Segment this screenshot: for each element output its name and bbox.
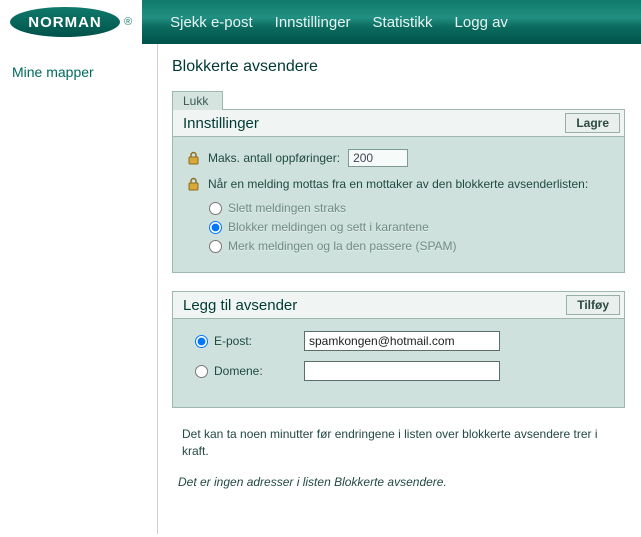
max-entries-input[interactable] <box>348 149 408 167</box>
registered-mark: ® <box>124 16 132 28</box>
top-bar: NORMAN ® Sjekk e-post Innstillinger Stat… <box>0 0 641 44</box>
main: Mine mapper Blokkerte avsendere Lukk Inn… <box>0 44 641 534</box>
nav-statistics[interactable]: Statistikk <box>373 14 433 31</box>
max-entries-row: Maks. antall oppføringer: <box>187 149 610 167</box>
email-input[interactable] <box>304 331 500 351</box>
brand-name: NORMAN <box>10 7 120 37</box>
content: Blokkerte avsendere Lukk Innstillinger L… <box>158 44 641 534</box>
add-sender-title: Legg til avsender <box>183 297 297 314</box>
top-nav: Sjekk e-post Innstillinger Statistikk Lo… <box>170 14 508 31</box>
radio-domain[interactable] <box>195 365 208 378</box>
radio-row-delete: Slett meldingen straks <box>209 201 610 215</box>
add-sender-header: Legg til avsender Tilføy <box>173 292 624 319</box>
nav-settings[interactable]: Innstillinger <box>275 14 351 31</box>
close-tab[interactable]: Lukk <box>172 91 223 110</box>
change-delay-note: Det kan ta noen minutter før endringene … <box>182 426 625 461</box>
radio-delete-label: Slett meldingen straks <box>228 201 346 215</box>
add-button[interactable]: Tilføy <box>566 295 620 315</box>
add-sender-panel: Legg til avsender Tilføy E-post: Domene: <box>172 291 625 408</box>
radio-row-markpass: Merk meldingen og la den passere (SPAM) <box>209 239 610 253</box>
sidebar: Mine mapper <box>0 44 158 534</box>
add-row-email: E-post: <box>195 331 610 351</box>
email-label: E-post: <box>214 334 304 348</box>
radio-markpass-label: Merk meldingen og la den passere (SPAM) <box>228 239 457 253</box>
empty-list-message: Det er ingen adresser i listen Blokkerte… <box>178 475 625 489</box>
radio-email[interactable] <box>195 335 208 348</box>
action-radio-group: Slett meldingen straks Blokker meldingen… <box>209 201 610 253</box>
settings-panel-header: Innstillinger Lagre <box>173 110 624 137</box>
settings-panel: Innstillinger Lagre Maks. antall oppføri… <box>172 109 625 273</box>
logo-wrap: NORMAN ® <box>0 0 142 44</box>
nav-logout[interactable]: Logg av <box>455 14 508 31</box>
radio-quarantine[interactable] <box>209 221 222 234</box>
on-receive-label: Når en melding mottas fra en mottaker av… <box>208 177 588 191</box>
save-button[interactable]: Lagre <box>565 113 620 133</box>
page-title: Blokkerte avsendere <box>172 58 625 76</box>
add-row-domain: Domene: <box>195 361 610 381</box>
domain-input[interactable] <box>304 361 500 381</box>
radio-quarantine-label: Blokker meldingen og sett i karantene <box>228 220 429 234</box>
settings-panel-title: Innstillinger <box>183 115 259 132</box>
add-sender-body: E-post: Domene: <box>173 319 624 407</box>
on-receive-row: Når en melding mottas fra en mottaker av… <box>187 177 610 191</box>
brand-logo: NORMAN ® <box>10 7 132 37</box>
sidebar-my-folders[interactable]: Mine mapper <box>12 64 94 80</box>
nav-check-mail[interactable]: Sjekk e-post <box>170 14 253 31</box>
radio-delete[interactable] <box>209 202 222 215</box>
lock-icon <box>187 177 200 191</box>
max-entries-label: Maks. antall oppføringer: <box>208 151 340 165</box>
radio-markpass[interactable] <box>209 240 222 253</box>
radio-row-quarantine: Blokker meldingen og sett i karantene <box>209 220 610 234</box>
settings-panel-body: Maks. antall oppføringer: Når en melding… <box>173 137 624 272</box>
domain-label: Domene: <box>214 364 304 378</box>
lock-icon <box>187 151 200 165</box>
